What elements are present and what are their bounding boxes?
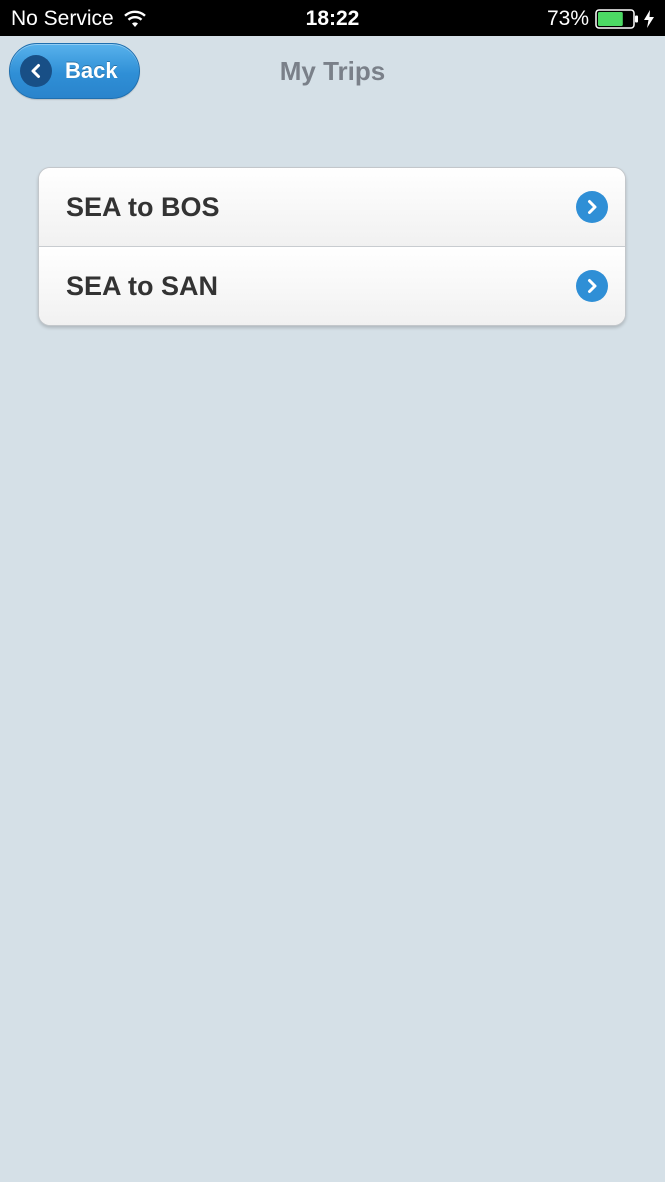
chevron-right-icon: [576, 191, 608, 223]
battery-icon: [595, 9, 639, 29]
trip-list-item[interactable]: SEA to BOS: [39, 168, 625, 246]
trip-label: SEA to BOS: [66, 191, 220, 222]
status-right: 73%: [547, 7, 655, 31]
chevron-right-icon: [576, 270, 608, 302]
page-title: My Trips: [279, 56, 386, 86]
trip-list: SEA to BOS SEA to SAN: [38, 167, 626, 326]
trip-label: SEA to SAN: [66, 270, 219, 301]
battery-fill: [598, 12, 623, 26]
status-bar: No Service 18:22 73%: [0, 0, 665, 36]
charging-bolt-icon: [643, 9, 655, 29]
battery-percent: 73%: [546, 7, 589, 30]
navigation-bar: Back My Trips: [0, 36, 665, 110]
trip-list-item[interactable]: SEA to SAN: [39, 246, 625, 325]
